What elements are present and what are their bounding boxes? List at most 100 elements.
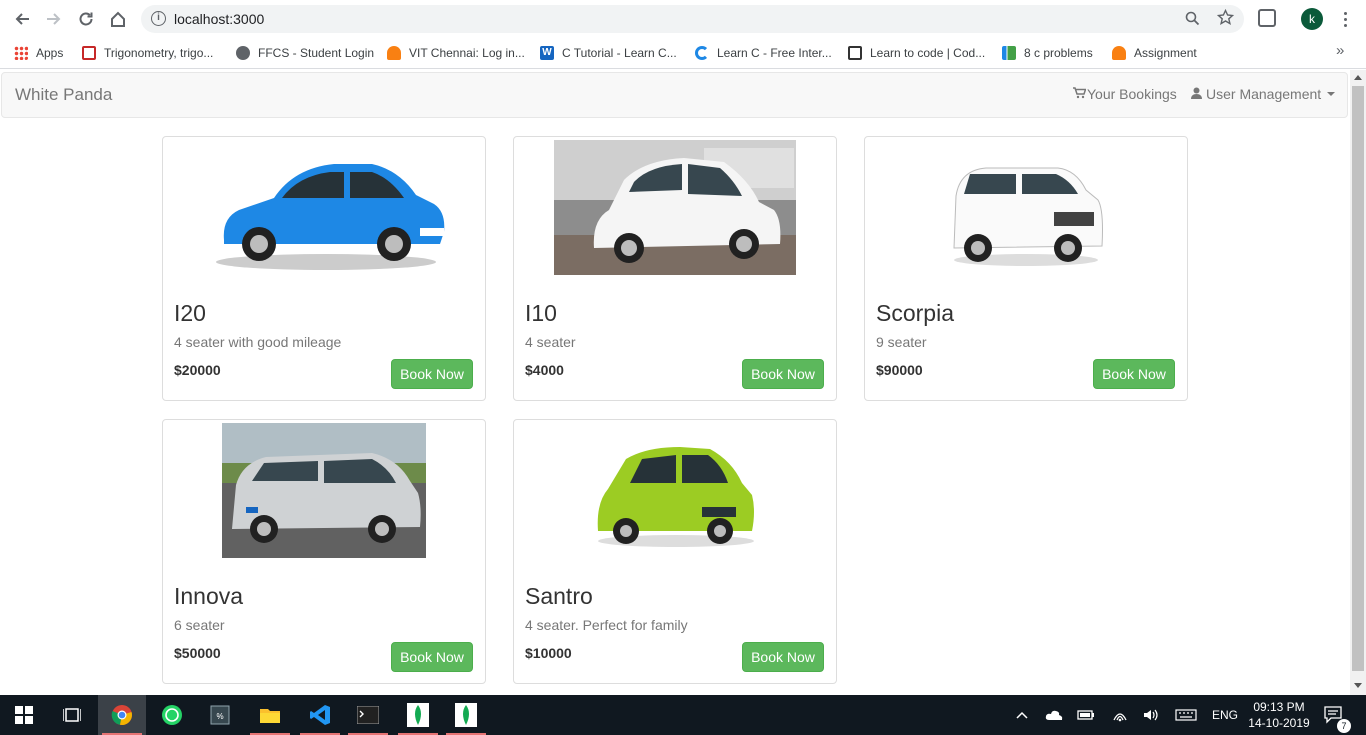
back-arrow-icon[interactable] <box>11 8 33 30</box>
brand-link[interactable]: White Panda <box>15 85 112 105</box>
book-now-button[interactable]: Book Now <box>742 359 824 389</box>
file-explorer-taskbar-icon[interactable] <box>246 695 294 735</box>
bookmark-assignment[interactable]: Assignment <box>1112 44 1197 62</box>
bookmark-learn-to-code[interactable]: Learn to code | Cod... <box>848 44 985 62</box>
zoom-icon[interactable] <box>1185 11 1200 30</box>
mongodb-taskbar-icon[interactable] <box>442 695 490 735</box>
bookmark-label: 8 c problems <box>1024 46 1093 60</box>
w-site-icon: W <box>540 46 554 60</box>
battery-icon[interactable] <box>1077 695 1095 735</box>
notification-count: 7 <box>1337 719 1351 733</box>
car-price: $4000 <box>525 362 564 378</box>
bookmark-label: Assignment <box>1134 46 1197 60</box>
code-site-icon <box>848 46 862 60</box>
bookmark-trigonometry[interactable]: Trigonometry, trigo... <box>82 44 213 62</box>
book-now-button[interactable]: Book Now <box>391 642 473 672</box>
chrome-taskbar-icon[interactable] <box>98 695 146 735</box>
car-price: $10000 <box>525 645 572 661</box>
apps-grid-icon <box>14 46 28 60</box>
keyboard-icon[interactable] <box>1175 695 1197 735</box>
car-image <box>194 140 454 275</box>
car-card: Santro 4 seater. Perfect for family $100… <box>513 419 837 684</box>
bookmark-c-tutorial[interactable]: W C Tutorial - Learn C... <box>540 44 677 62</box>
show-hidden-icons-chevron-icon[interactable] <box>1016 695 1028 735</box>
task-view-icon[interactable] <box>48 695 96 735</box>
car-card: Innova 6 seater $50000 Book Now <box>162 419 486 684</box>
address-bar[interactable]: i localhost:3000 <box>141 5 1244 33</box>
car-description: 4 seater with good mileage <box>174 334 342 350</box>
car-image <box>554 140 796 275</box>
car-card: Scorpia 9 seater $90000 Book Now <box>864 136 1188 401</box>
car-price: $90000 <box>876 362 923 378</box>
globe-icon <box>236 46 250 60</box>
moodle-icon <box>387 46 401 60</box>
car-image <box>222 423 426 558</box>
volume-icon[interactable] <box>1143 695 1159 735</box>
taskbar-clock[interactable]: 09:13 PM 14-10-2019 <box>1246 699 1312 731</box>
forward-arrow-icon[interactable] <box>43 8 65 30</box>
car-description: 4 seater. Perfect for family <box>525 617 688 633</box>
your-bookings-label: Your Bookings <box>1087 86 1177 102</box>
book-now-button[interactable]: Book Now <box>1093 359 1175 389</box>
user-icon <box>1191 86 1202 102</box>
bookmark-learn-c[interactable]: Learn C - Free Inter... <box>695 44 832 62</box>
bookmark-label: C Tutorial - Learn C... <box>562 46 677 60</box>
vscode-taskbar-icon[interactable] <box>296 695 344 735</box>
svg-text:%: % <box>216 712 223 721</box>
bookmark-apps[interactable]: Apps <box>14 44 63 62</box>
bookmarks-bar: Apps Trigonometry, trigo... FFCS - Stude… <box>0 38 1366 69</box>
reload-icon[interactable] <box>75 8 97 30</box>
browser-menu-icon[interactable] <box>1338 8 1352 30</box>
car-title: I20 <box>174 300 206 326</box>
windows-start-icon[interactable] <box>0 695 48 735</box>
clock-time: 09:13 PM <box>1253 700 1305 714</box>
language-indicator[interactable]: ENG <box>1212 695 1238 735</box>
chart-site-icon <box>1002 46 1016 60</box>
bookmark-ffcs[interactable]: FFCS - Student Login <box>236 44 374 62</box>
scroll-down-arrow-icon[interactable] <box>1354 683 1362 688</box>
home-icon[interactable] <box>107 8 129 30</box>
bookmarks-overflow-chevron-icon[interactable]: » <box>1336 42 1344 59</box>
car-price: $50000 <box>174 645 221 661</box>
bookmark-8-c-problems[interactable]: 8 c problems <box>1002 44 1093 62</box>
scroll-up-arrow-icon[interactable] <box>1354 75 1362 80</box>
profile-avatar[interactable]: k <box>1301 8 1323 30</box>
your-bookings-link[interactable]: Your Bookings <box>1073 86 1177 102</box>
bookmark-star-icon[interactable] <box>1216 8 1235 30</box>
calculator-taskbar-icon[interactable]: % <box>196 695 244 735</box>
page-scrollbar[interactable] <box>1350 70 1366 695</box>
site-info-icon[interactable]: i <box>151 11 166 26</box>
notification-center-icon[interactable]: 7 <box>1324 695 1351 735</box>
windows-taskbar: % ENG 09:13 PM 14-10-2019 7 <box>0 695 1366 735</box>
whatsapp-taskbar-icon[interactable] <box>148 695 196 735</box>
book-now-button[interactable]: Book Now <box>391 359 473 389</box>
book-now-button[interactable]: Book Now <box>742 642 824 672</box>
scroll-thumb[interactable] <box>1352 86 1364 671</box>
car-price: $20000 <box>174 362 221 378</box>
terminal-taskbar-icon[interactable] <box>344 695 392 735</box>
math-site-icon <box>82 46 96 60</box>
car-title: I10 <box>525 300 557 326</box>
car-title: Scorpia <box>876 300 954 326</box>
extension-cube-icon[interactable] <box>1258 9 1276 27</box>
clock-date: 14-10-2019 <box>1248 716 1310 730</box>
mongodb-taskbar-icon[interactable] <box>394 695 442 735</box>
address-url[interactable]: localhost:3000 <box>174 11 264 27</box>
caret-down-icon <box>1327 92 1336 96</box>
car-description: 4 seater <box>525 334 576 350</box>
wifi-icon[interactable] <box>1112 695 1128 735</box>
bookmark-label: Apps <box>36 46 64 60</box>
car-card: I10 4 seater $4000 Book Now <box>513 136 837 401</box>
user-management-label: User Management <box>1206 86 1322 102</box>
car-image <box>946 140 1106 275</box>
car-description: 6 seater <box>174 617 225 633</box>
car-title: Innova <box>174 583 244 609</box>
bookmark-label: FFCS - Student Login <box>258 46 375 60</box>
bookmark-label: Learn to code | Cod... <box>870 46 986 60</box>
page-viewport: White Panda Your Bookings User Managemen… <box>0 70 1350 695</box>
car-description: 9 seater <box>876 334 927 350</box>
bookmark-vit-chennai[interactable]: VIT Chennai: Log in... <box>387 44 525 62</box>
car-card: I20 4 seater with good mileage $20000 Bo… <box>162 136 486 401</box>
onedrive-cloud-icon[interactable] <box>1045 695 1063 735</box>
user-management-dropdown[interactable]: User Management <box>1191 86 1336 102</box>
